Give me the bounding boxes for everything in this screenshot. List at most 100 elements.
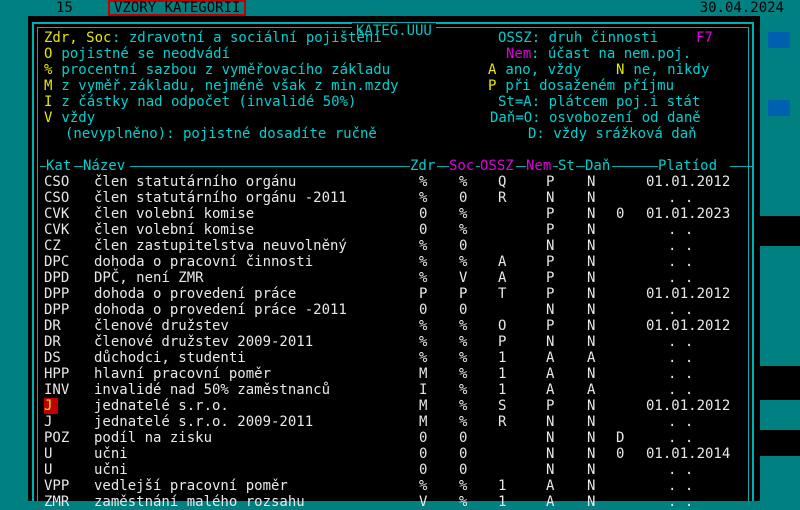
cell-st: N xyxy=(587,398,596,414)
cell-nazev: dohoda o pracovní činnosti xyxy=(94,254,314,270)
cell-plati: . . xyxy=(668,494,694,510)
table-row[interactable]: DR členové družstev%% O P N 01.01.2012 xyxy=(28,318,760,334)
page-number: 15 xyxy=(56,0,73,16)
cell-plati: . . xyxy=(668,334,694,350)
table-row[interactable]: Jjednatelé s.r.o. 2009-2011 M% R N N . . xyxy=(28,414,760,430)
cell-soc: % xyxy=(459,478,468,494)
legend-text: při dosaženém příjmu xyxy=(497,78,675,94)
cell-kat: INV xyxy=(44,382,70,398)
table-row[interactable]: ZMR zaměstnání malého rozsahu V% 1 A N . . xyxy=(28,494,760,510)
table-row[interactable]: Jjednatelé s.r.o. M% S P N 01.01.2012 xyxy=(28,398,760,414)
cell-nem: P xyxy=(546,254,555,270)
background-field xyxy=(768,100,790,116)
legend-key: M xyxy=(44,78,53,94)
cell-plati: . . xyxy=(668,430,694,446)
cell-kat: ZMR xyxy=(44,494,70,510)
cell-st: N xyxy=(587,302,596,318)
table-row[interactable]: Uučni 0 0 N N . . xyxy=(28,462,760,478)
cell-kat: DR xyxy=(44,318,61,334)
current-date: 30.04.2024 xyxy=(699,0,784,16)
header-rule xyxy=(74,166,83,167)
table-row[interactable]: DS důchodci, studenti%% 1 A A . . xyxy=(28,350,760,366)
cell-nazev: podíl na zisku xyxy=(94,430,213,446)
cell-zdr: 0 xyxy=(419,222,428,238)
cell-ossz: 1 xyxy=(498,350,507,366)
background-panel xyxy=(760,246,800,366)
table-row[interactable]: DPC dohoda o pracovní činnosti%% A P N . . xyxy=(28,254,760,270)
cell-nem: N xyxy=(546,430,555,446)
legend-line-2: O pojistné se neodvádí Nem : účast na ne… xyxy=(28,46,691,62)
cell-ossz: Q xyxy=(498,174,507,190)
cell-ossz: T xyxy=(498,286,507,302)
cell-zdr: P xyxy=(419,286,428,302)
legend-text: vždy xyxy=(53,110,96,126)
cell-nazev: zaměstnání malého rozsahu xyxy=(94,494,305,510)
header-rule xyxy=(437,166,449,167)
cell-ossz: S xyxy=(498,398,507,414)
legend-line-7: (nevyplněno): pojistné dosadíte ručně D:… xyxy=(28,126,697,142)
cell-kat: CSO xyxy=(44,174,70,190)
column-header-zdr: Zdr xyxy=(410,158,436,174)
cell-soc: 0 xyxy=(459,238,468,254)
cell-nazev: člen volební komise xyxy=(94,206,255,222)
table-row[interactable]: DR členové družstev 2009-2011%% P N N . . xyxy=(28,334,760,350)
cell-kat: DPP xyxy=(44,286,70,302)
cell-zdr: 0 xyxy=(419,430,428,446)
legend-line-3: % procentní sazbou z vyměřovacího základ… xyxy=(28,62,709,78)
background-field xyxy=(768,32,790,48)
column-header-dan: Daň xyxy=(585,158,611,174)
cell-nem: N xyxy=(546,446,555,462)
cell-ossz: O xyxy=(498,318,507,334)
cell-zdr: M xyxy=(419,398,428,414)
column-header-ossz: OSSZ xyxy=(480,158,514,174)
cell-dan: 0 xyxy=(616,206,625,222)
table-row[interactable]: INV invalidé nad 50% zaměstnanců I% 1 A A . . xyxy=(28,382,760,398)
legend-key: V xyxy=(44,110,53,126)
table-row[interactable]: DPP dohoda o provedení práce -2011 0 0 N N . . xyxy=(28,302,760,318)
cell-st: N xyxy=(587,446,596,462)
cell-ossz: A xyxy=(498,254,507,270)
cell-soc: % xyxy=(459,318,468,334)
cell-zdr: 0 xyxy=(419,446,428,462)
cell-nazev: učni xyxy=(94,462,128,478)
cell-nem: N xyxy=(546,302,555,318)
cell-plati: 01.01.2012 xyxy=(646,398,731,414)
legend-line-1: Zdr, Soc : zdravotní a sociální pojištěn… xyxy=(28,30,713,46)
legend-text: Daň=O: osvobození od daně xyxy=(490,110,701,126)
cell-zdr: % xyxy=(419,318,428,334)
legend-key: I xyxy=(44,94,53,110)
cell-st: N xyxy=(587,430,596,446)
cell-ossz: 1 xyxy=(498,366,507,382)
table-row[interactable]: POZ podíl na zisku 0 0 N N D . . xyxy=(28,430,760,446)
table-row[interactable]: DPD DPČ, není ZMR% V A P N . . xyxy=(28,270,760,286)
table-row[interactable]: VPP vedlejší pracovní poměr%% 1 A N . . xyxy=(28,478,760,494)
table-row[interactable]: HPP hlavní pracovní poměr M% 1 A N . . xyxy=(28,366,760,382)
legend-key: N xyxy=(616,62,625,78)
table-row[interactable]: CVK člen volební komise 0% P N . . xyxy=(28,222,760,238)
cell-st: N xyxy=(587,366,596,382)
cell-st: N xyxy=(587,286,596,302)
cell-kat: U xyxy=(44,446,53,462)
cell-plati: . . xyxy=(668,414,694,430)
table-row[interactable]: DPP dohoda o provedení práce P P T P N 01.01.20… xyxy=(28,286,760,302)
cell-soc: V xyxy=(459,270,468,286)
header-rule xyxy=(130,166,410,167)
table-row[interactable]: CZ člen zastupitelstva neuvolněný% 0 N N . . xyxy=(28,238,760,254)
table-row[interactable]: CVK člen volební komise 0% P N 0 01.01.2023 xyxy=(28,206,760,222)
cell-kat: DPC xyxy=(44,254,70,270)
cell-dan: 0 xyxy=(616,446,625,462)
cell-zdr: 0 xyxy=(419,302,428,318)
cell-ossz: P xyxy=(498,334,507,350)
cell-soc: 0 xyxy=(459,462,468,478)
cell-zdr: % xyxy=(419,350,428,366)
column-header-kat: Kat xyxy=(46,158,72,174)
table-row[interactable]: CSO člen statutárního orgánu%% Q P N 01.01.20… xyxy=(28,174,760,190)
table-row[interactable]: CSO člen statutárního orgánu -2011% 0 R N N . … xyxy=(28,190,760,206)
cell-soc: % xyxy=(459,382,468,398)
cell-nem: A xyxy=(546,478,555,494)
table-row[interactable]: Uučni 0 0 N N 0 01.01.2014 xyxy=(28,446,760,462)
cell-ossz: 1 xyxy=(498,494,507,510)
legend-line-6: V vždy Daň=O: osvobození od daně xyxy=(28,110,701,126)
cell-soc: % xyxy=(459,206,468,222)
cell-kat: VPP xyxy=(44,478,70,494)
